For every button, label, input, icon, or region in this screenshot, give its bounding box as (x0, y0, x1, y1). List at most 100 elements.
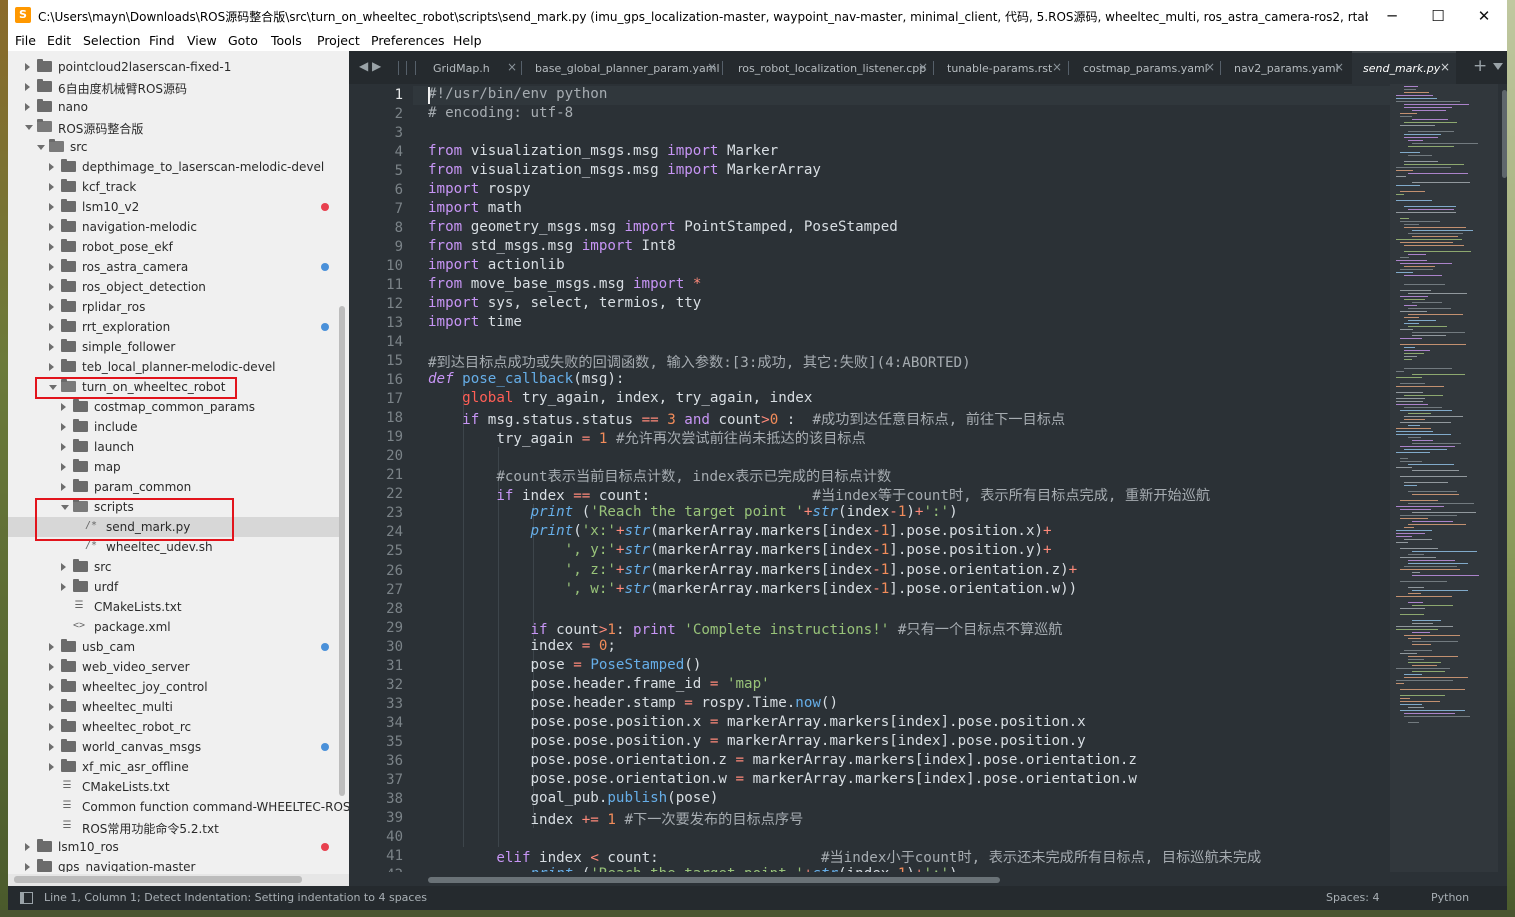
chevron-right-icon[interactable] (61, 423, 66, 431)
code-line[interactable]: from move_base_msgs.msg import * (428, 276, 701, 295)
code-line[interactable]: pose.pose.orientation.z = markerArray.ma… (428, 752, 1136, 771)
tab-nav-arrows[interactable]: ◀ ▶ (359, 59, 381, 73)
code-line[interactable]: if index == count: #当index等于count时, 表示所有… (428, 485, 1210, 504)
tab-base-global-planner-param[interactable]: base_global_planner_param.yaml × (521, 51, 722, 84)
tree-folder[interactable]: launch (8, 437, 339, 457)
tree-folder[interactable]: ros_astra_camera (8, 257, 339, 277)
chevron-right-icon[interactable] (61, 443, 66, 451)
tree-folder[interactable]: world_canvas_msgs (8, 737, 339, 757)
new-tab-plus-icon[interactable]: + (1473, 56, 1487, 76)
menu-project[interactable]: Project (317, 33, 360, 48)
code-line[interactable]: #!/usr/bin/env python (428, 86, 607, 105)
tree-folder[interactable]: wheeltec_robot_rc (8, 717, 339, 737)
tree-folder[interactable]: 6自由度机械臂ROS源码 (8, 77, 339, 97)
chevron-right-icon[interactable] (25, 103, 30, 111)
chevron-right-icon[interactable] (49, 243, 54, 251)
editor-hscroll-thumb[interactable] (428, 877, 1000, 883)
code-line[interactable]: pose.pose.orientation.w = markerArray.ma… (428, 771, 1136, 790)
panel-toggle-icon[interactable] (20, 892, 33, 904)
chevron-right-icon[interactable] (49, 643, 54, 651)
tab-close-icon[interactable]: × (1334, 60, 1344, 74)
tree-folder[interactable]: simple_follower (8, 337, 339, 357)
chevron-right-icon[interactable] (49, 203, 54, 211)
tree-folder[interactable]: param_common (8, 477, 339, 497)
editor-vertical-scrollbar[interactable] (1502, 90, 1507, 178)
tree-folder[interactable]: lsm10_ros (8, 837, 339, 857)
close-button[interactable]: ✕ (1461, 0, 1507, 31)
code-line[interactable]: goal_pub.publish(pose) (428, 790, 718, 809)
code-line[interactable]: pose.pose.position.y = markerArray.marke… (428, 733, 1085, 752)
code-line[interactable]: import actionlib (428, 257, 565, 276)
menu-edit[interactable]: Edit (47, 33, 71, 48)
code-line[interactable]: pose.header.stamp = rospy.Time.now() (428, 695, 838, 714)
tree-folder[interactable]: include (8, 417, 339, 437)
chevron-right-icon[interactable] (49, 343, 54, 351)
chevron-right-icon[interactable] (49, 683, 54, 691)
tab-nav2-params[interactable]: nav2_params.yaml × (1220, 51, 1352, 84)
chevron-right-icon[interactable] (25, 83, 30, 91)
chevron-right-icon[interactable] (49, 703, 54, 711)
code-line[interactable]: #count表示当前目标点计数, index表示已完成的目标点计数 (428, 466, 891, 485)
chevron-right-icon[interactable] (49, 663, 54, 671)
chevron-right-icon[interactable] (61, 463, 66, 471)
tab-close-icon[interactable]: × (918, 60, 928, 74)
tree-folder[interactable]: kcf_track (8, 177, 339, 197)
tab-list-chevron-icon[interactable] (1493, 63, 1503, 70)
code-line[interactable]: index += 1 #下一次要发布的目标点序号 (428, 809, 803, 828)
code-line[interactable]: import time (428, 314, 522, 333)
code-line[interactable]: print ('Reach the target point '+str(ind… (428, 504, 958, 523)
tree-folder[interactable]: rplidar_ros (8, 297, 339, 317)
tree-folder[interactable]: wheeltec_joy_control (8, 677, 339, 697)
chevron-right-icon[interactable] (61, 563, 66, 571)
tab-close-icon[interactable]: × (507, 60, 517, 74)
tab-send-mark-py[interactable]: send_mark.py × (1352, 51, 1456, 86)
tree-file[interactable]: <> package.xml (8, 617, 339, 637)
tree-folder[interactable]: map (8, 457, 339, 477)
tree-folder[interactable]: urdf (8, 577, 339, 597)
code-line[interactable]: ', y:' + str(markerArray.markers[index-1].… (428, 542, 1052, 561)
code-line[interactable]: from visualization_msgs.msg import Marke… (428, 143, 778, 162)
maximize-button[interactable]: ☐ (1415, 0, 1461, 31)
tree-folder[interactable]: usb_cam (8, 637, 339, 657)
code-line[interactable]: from geometry_msgs.msg import PointStamp… (428, 219, 898, 238)
tree-folder[interactable]: depthimage_to_laserscan-melodic-devel (8, 157, 339, 177)
tab-gridmap-h[interactable]: GridMap.h × (425, 51, 521, 84)
chevron-right-icon[interactable] (25, 63, 30, 71)
tree-folder[interactable]: costmap_common_params (8, 397, 339, 417)
tree-folder[interactable]: lsm10_v2 (8, 197, 339, 217)
code-line[interactable]: index = 0; (428, 638, 615, 657)
tree-folder[interactable]: pointcloud2laserscan-fixed-1 (8, 57, 339, 77)
chevron-right-icon[interactable] (49, 303, 54, 311)
tree-folder[interactable]: src (8, 557, 339, 577)
tree-folder[interactable]: ROS源码整合版 (8, 117, 339, 137)
code-line[interactable]: print('x:' + str(markerArray.markers[index… (428, 523, 1052, 542)
chevron-right-icon[interactable] (49, 223, 54, 231)
tab-close-icon[interactable]: × (1205, 60, 1215, 74)
menu-tools[interactable]: Tools (271, 33, 302, 48)
tree-folder[interactable]: gps_navigation-master (8, 857, 339, 872)
code-editor[interactable]: 1 2 3 4 5 6 7 8 9 10 11 12 13 14 15 16 17 18 19 20 21 22 23 24 2… (349, 84, 1507, 872)
code-line[interactable]: from std_msgs.msg import Int8 (428, 238, 676, 257)
tree-folder[interactable]: ros_object_detection (8, 277, 339, 297)
chevron-right-icon[interactable] (61, 403, 66, 411)
tree-file[interactable]: ☰ ROS常用功能命令5.2.txt (8, 817, 339, 837)
code-line[interactable]: if msg.status.status == 3 and count>0 : … (428, 409, 1065, 428)
tab-close-icon[interactable]: × (1440, 60, 1450, 74)
chevron-right-icon[interactable] (61, 583, 66, 591)
chevron-down-icon[interactable] (37, 145, 45, 150)
tab-close-icon[interactable]: × (707, 60, 717, 74)
chevron-right-icon[interactable] (25, 843, 30, 851)
tree-file[interactable]: ☰ CMakeLists.txt (8, 597, 339, 617)
code-line[interactable]: # encoding: utf-8 (428, 105, 573, 124)
chevron-right-icon[interactable] (61, 483, 66, 491)
chevron-right-icon[interactable] (25, 863, 30, 871)
tree-file[interactable]: ☰ Common function command-WHEELTEC-ROS5. (8, 797, 349, 817)
chevron-right-icon[interactable] (49, 183, 54, 191)
chevron-right-icon[interactable] (49, 363, 54, 371)
code-line[interactable]: elif index < count: #当index小于count时, 表示还… (428, 847, 1261, 866)
tree-folder[interactable]: web_video_server (8, 657, 339, 677)
status-indentation[interactable]: Spaces: 4 (1326, 891, 1379, 904)
chevron-right-icon[interactable] (49, 763, 54, 771)
status-syntax[interactable]: Python (1431, 891, 1469, 904)
code-line[interactable]: #到达目标点成功或失败的回调函数, 输入参数:[3:成功, 其它:失败](4:A… (428, 352, 971, 371)
